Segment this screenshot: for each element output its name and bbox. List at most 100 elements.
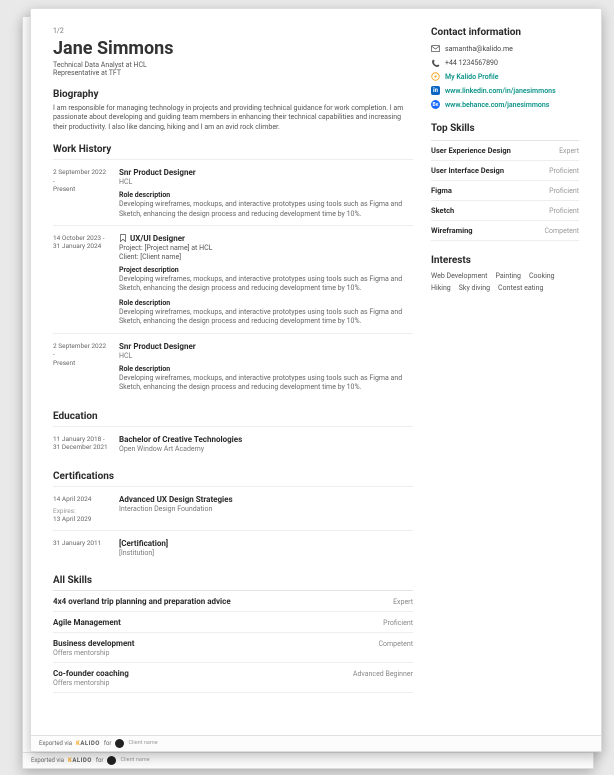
certification-org: Interaction Design Foundation [119, 505, 413, 513]
project-line: Project: [Project name] at HCL [119, 244, 413, 252]
interest-tag: Contest eating [498, 284, 543, 292]
block-text: Developing wireframes, mockups, and inte… [119, 308, 413, 327]
school-name: Open Window Art Academy [119, 445, 413, 453]
skill-level: Advanced Beginner [353, 669, 413, 678]
kalido-profile-link[interactable]: My Kalido Profile [445, 73, 498, 81]
main-column: 1/2 Jane Simmons Technical Data Analyst … [53, 27, 413, 735]
client-logo-icon [107, 756, 116, 765]
behance-link[interactable]: www.behance.com/janesimmons [445, 101, 549, 109]
date-end: Present [53, 359, 109, 367]
interest-tag: Web Development [431, 272, 487, 280]
export-footer: Exported via KALIDO for Client name [31, 735, 601, 751]
client-name: Client name [120, 758, 149, 764]
interest-tag: Sky diving [459, 284, 490, 292]
email-value[interactable]: samantha@kalido.me [445, 45, 513, 53]
job-title: Technical Data Analyst at HCL [53, 61, 413, 69]
date-end: Present [53, 185, 109, 193]
top-skill-level: Competent [545, 227, 580, 235]
top-skill-level: Proficient [549, 207, 579, 215]
date-end: 31 January 2024 [53, 242, 109, 250]
block-subheading: Role description [119, 191, 413, 199]
exported-via-label: Exported via [39, 740, 72, 747]
skill-name: Co-founder coaching [53, 669, 129, 678]
top-skill-row: User Experience DesignExpert [431, 140, 579, 161]
for-label: for [104, 740, 112, 747]
linkedin-icon: in [431, 86, 440, 95]
skill-row: Agile Management Proficient [53, 612, 413, 633]
person-name: Jane Simmons [53, 39, 413, 59]
top-skill-row: Figma Proficient [431, 181, 579, 201]
date-start: 2 September 2022 - [53, 168, 109, 185]
role-title: UX/UI Designer [130, 234, 185, 243]
phone-icon [431, 58, 440, 67]
skill-name: Business development [53, 639, 135, 648]
client-name: Client name [128, 741, 157, 747]
skill-level: Proficient [383, 618, 413, 627]
linkedin-link[interactable]: www.linkedin.com/in/janesimmons [445, 87, 556, 95]
top-skill-row: User Interface Design Proficient [431, 161, 579, 181]
sidebar: Contact information samantha@kalido.me +… [431, 27, 579, 735]
biography-heading: Biography [53, 89, 413, 100]
contact-list: samantha@kalido.me +44 1234567890 My Kal… [431, 44, 579, 109]
certification-title: Advanced UX Design Strategies [119, 495, 413, 504]
interest-tag: Cooking [529, 272, 555, 280]
education-entry: 11 January 2018 - 31 December 2021 Bache… [53, 426, 413, 459]
skill-row: Co-founder coaching Offers mentorship Ad… [53, 663, 413, 693]
work-entry: 14 October 2023 - 31 January 2024 UX/UI … [53, 225, 413, 333]
certifications-heading: Certifications [53, 471, 413, 482]
top-skills-list: User Experience DesignExpert User Interf… [431, 140, 579, 241]
exported-via-label: Exported via [31, 757, 64, 764]
date-start: 14 April 2024 [53, 495, 109, 503]
export-footer-background: Exported via KKALIDOALIDO for Client nam… [23, 752, 593, 768]
certification-title: [Certification] [119, 539, 413, 548]
block-text: Developing wireframes, mockups, and inte… [119, 275, 413, 294]
block-subheading: Role description [119, 299, 413, 307]
role-title: Snr Product Designer [119, 168, 196, 177]
top-skill-name: Sketch [431, 206, 454, 215]
page-indicator: 1/2 [53, 27, 413, 35]
behance-icon: Be [431, 100, 440, 109]
top-skill-row: Sketch Proficient [431, 201, 579, 221]
skill-row: 4x4 overland trip planning and preparati… [53, 591, 413, 612]
certification-entry: 31 January 2011 [Certification] [Institu… [53, 530, 413, 563]
top-skill-name: Figma [431, 186, 452, 195]
date-start: 11 January 2018 - [53, 435, 109, 443]
block-subheading: Project description [119, 266, 413, 274]
top-skill-name: User Interface Design [431, 166, 504, 175]
bookmark-icon [119, 234, 126, 242]
top-skill-level: Proficient [549, 167, 579, 175]
interests-heading: Interests [431, 255, 579, 266]
degree-title: Bachelor of Creative Technologies [119, 435, 413, 444]
all-skills-list: 4x4 overland trip planning and preparati… [53, 590, 413, 693]
top-skill-level: Proficient [549, 187, 579, 195]
contact-heading: Contact information [431, 27, 579, 38]
education-heading: Education [53, 411, 413, 422]
skill-name: Agile Management [53, 618, 121, 627]
top-skill-level: Expert [559, 147, 579, 155]
work-entry: 2 September 2022 - Present Snr Product D… [53, 333, 413, 399]
client-logo-icon [115, 739, 124, 748]
role-title: Snr Product Designer [119, 342, 196, 351]
client-line: Client: [Client name] [119, 253, 413, 261]
date-start: 31 January 2011 [53, 539, 109, 547]
skill-row: Business development Offers mentorship C… [53, 633, 413, 663]
certification-entry: 14 April 2024 Expires: 13 April 2029 Adv… [53, 486, 413, 530]
interests-tags: Web Development Painting Cooking Hiking … [431, 272, 579, 292]
email-icon [431, 44, 440, 53]
skill-sub: Offers mentorship [53, 649, 135, 657]
block-text: Developing wireframes, mockups, and inte… [119, 374, 413, 393]
org-name: HCL [119, 178, 413, 186]
date-start: 14 October 2023 - [53, 234, 109, 242]
certification-org: [Institution] [119, 549, 413, 557]
work-history-heading: Work History [53, 144, 413, 155]
date-expires: 13 April 2029 [53, 515, 109, 523]
top-skill-row: WireframingCompetent [431, 221, 579, 241]
all-skills-heading: All Skills [53, 575, 413, 586]
top-skills-heading: Top Skills [431, 123, 579, 134]
kalido-brand: KKALIDOALIDO [68, 757, 92, 764]
kalido-brand: KALIDO [76, 740, 100, 747]
interest-tag: Hiking [431, 284, 451, 292]
resume-page: 1/2 Jane Simmons Technical Data Analyst … [30, 8, 602, 752]
biography-text: I am responsible for managing technology… [53, 104, 413, 132]
date-start: 2 September 2022 - [53, 342, 109, 359]
